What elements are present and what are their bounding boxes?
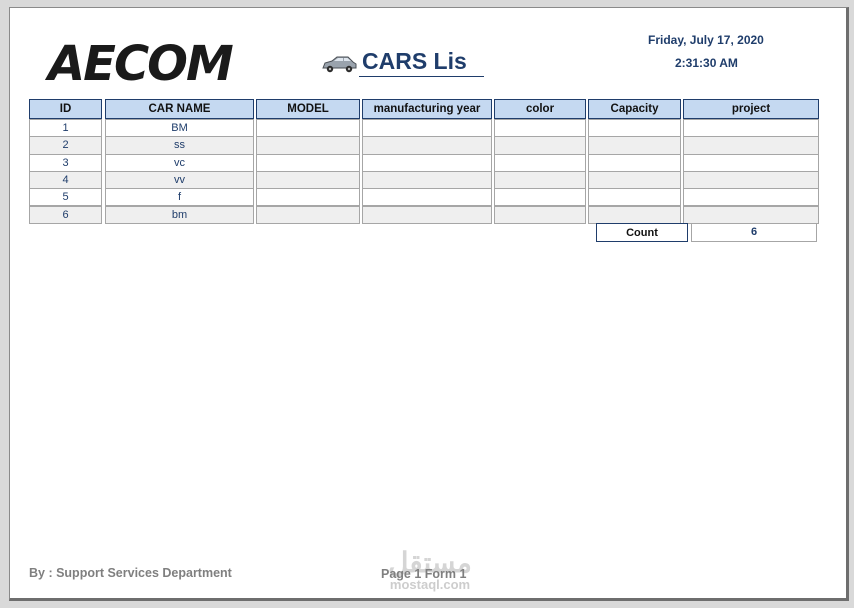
- table-cell-capacity: [588, 153, 681, 172]
- table-cell-model: [256, 153, 360, 172]
- table-cell-color: [494, 119, 586, 138]
- table-cell-id: 5: [29, 188, 102, 207]
- footer-page-number: Page 1 Form 1: [381, 567, 467, 581]
- column-header-color: color: [494, 99, 586, 119]
- table-cell-project: [683, 188, 819, 207]
- table-cell-manufacturing-year: [362, 205, 492, 224]
- table-cell-car-name: bm: [105, 205, 254, 224]
- table-cell-project: [683, 205, 819, 224]
- table-cell-car-name: ss: [105, 136, 254, 155]
- table-cell-manufacturing-year: [362, 153, 492, 172]
- table-cell-manufacturing-year: [362, 170, 492, 190]
- table-cell-model: [256, 188, 360, 207]
- report-title: CARS Lis: [359, 48, 484, 77]
- column-header-id: ID: [29, 99, 102, 119]
- table-cell-car-name: f: [105, 188, 254, 207]
- table-cell-capacity: [588, 136, 681, 155]
- table-cell-color: [494, 170, 586, 190]
- table-cell-car-name: vc: [105, 153, 254, 172]
- table-cell-model: [256, 136, 360, 155]
- column-header-car-name: CAR NAME: [105, 99, 254, 119]
- table-cell-color: [494, 188, 586, 207]
- table-cell-id: 1: [29, 119, 102, 138]
- table-cell-capacity: [588, 119, 681, 138]
- footer-department: By : Support Services Department: [29, 566, 232, 580]
- count-value: 6: [691, 223, 817, 242]
- table-cell-id: 3: [29, 153, 102, 172]
- report-time: 2:31:30 AM: [675, 56, 738, 70]
- table-cell-capacity: [588, 205, 681, 224]
- table-cell-car-name: vv: [105, 170, 254, 190]
- table-cell-id: 2: [29, 136, 102, 155]
- table-cell-project: [683, 170, 819, 190]
- table-cell-id: 6: [29, 205, 102, 224]
- report-date: Friday, July 17, 2020: [648, 33, 764, 47]
- table-cell-manufacturing-year: [362, 188, 492, 207]
- table-cell-manufacturing-year: [362, 119, 492, 138]
- count-label: Count: [596, 223, 688, 242]
- car-icon: [322, 56, 357, 73]
- table-cell-color: [494, 136, 586, 155]
- table-cell-car-name: BM: [105, 119, 254, 138]
- table-cell-color: [494, 205, 586, 224]
- table-cell-capacity: [588, 170, 681, 190]
- table-cell-color: [494, 153, 586, 172]
- table-cell-model: [256, 119, 360, 138]
- column-header-capacity: Capacity: [588, 99, 681, 119]
- table-cell-project: [683, 136, 819, 155]
- column-header-project: project: [683, 99, 819, 119]
- table-cell-model: [256, 170, 360, 190]
- table-cell-id: 4: [29, 170, 102, 190]
- column-header-model: MODEL: [256, 99, 360, 119]
- table-cell-capacity: [588, 188, 681, 207]
- table-cell-model: [256, 205, 360, 224]
- table-cell-project: [683, 153, 819, 172]
- table-cell-manufacturing-year: [362, 136, 492, 155]
- table-cell-project: [683, 119, 819, 138]
- report-page: AECOM CARS Lis Friday, July 17, 2020 2:3…: [9, 7, 849, 601]
- company-logo: AECOM: [48, 36, 234, 92]
- column-header-manufacturing-year: manufacturing year: [362, 99, 492, 119]
